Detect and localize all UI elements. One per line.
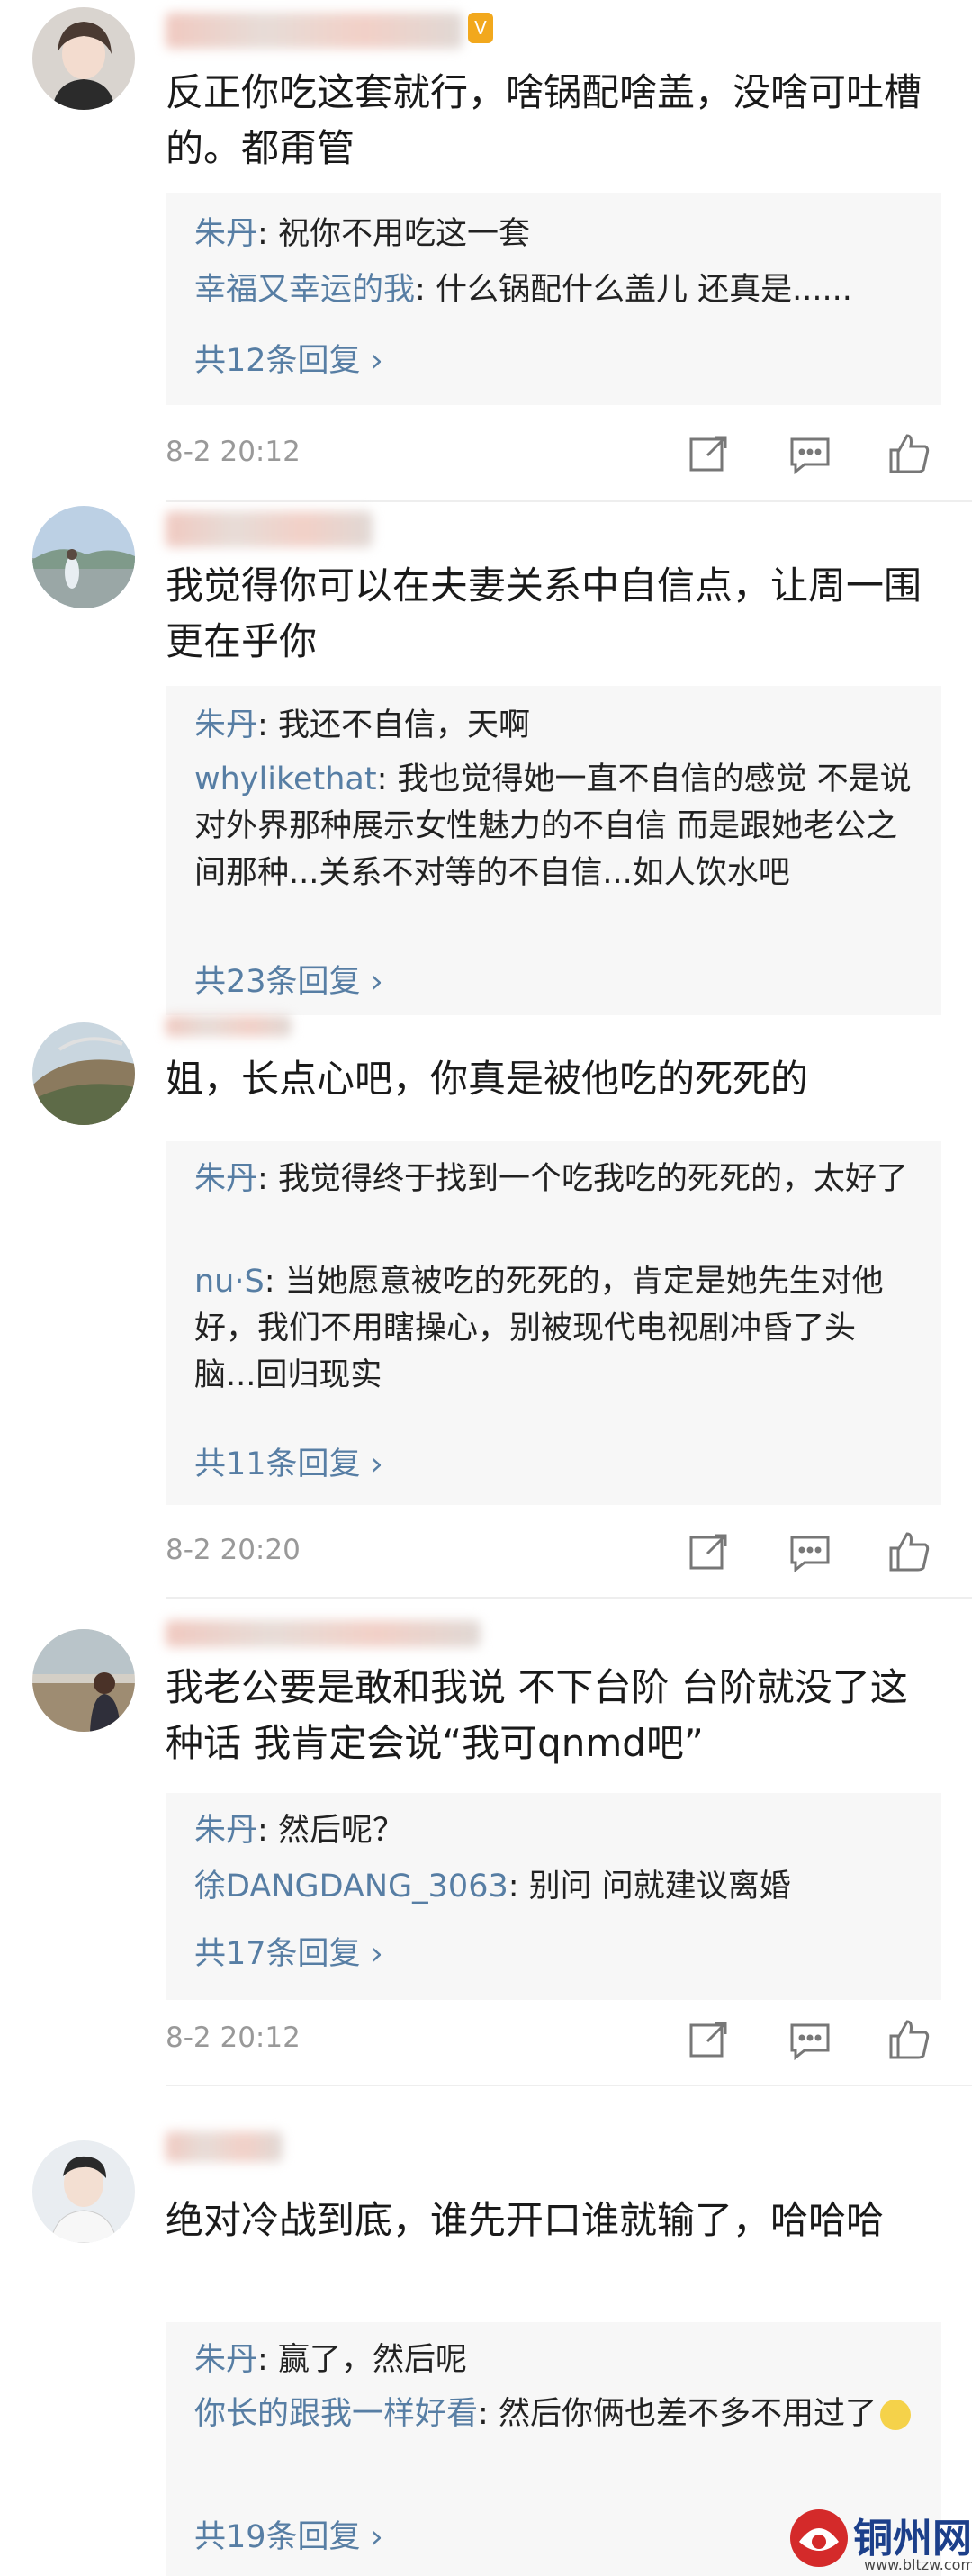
divider [166,500,972,502]
share-icon[interactable] [684,1527,734,1577]
chevron-right-icon: › [370,1446,383,1482]
chevron-right-icon: › [370,343,383,379]
reply-author[interactable]: nu·S [194,1264,265,1300]
reply-author[interactable]: 朱丹 [194,707,257,743]
comment-time: 8-2 20:20 [166,1534,301,1566]
comment-body: 姐，长点心吧，你真是被他吃的死死的 [166,1057,809,1101]
reply-item: 朱丹: 然后呢？ [194,1813,404,1849]
reply-box[interactable]: 朱丹: 我觉得终于找到一个吃我吃的死死的，太好了 nu·S: 当她愿意被吃的死死… [166,1141,941,1505]
more-replies-label: 共23条回复 [194,964,361,1000]
reply-text: 然后呢？ [277,1813,404,1849]
share-icon[interactable] [684,428,734,479]
watermark: 铜州网 www.bltzw.com [787,2502,972,2576]
avatar[interactable] [32,1629,135,1732]
username-blurred[interactable] [166,2131,283,2162]
reply-text: 别问 问就建议离婚 [528,1869,791,1905]
emoji-icon [879,2400,911,2430]
reply-item: 朱丹: 我觉得终于找到一个吃我吃的死死的，太好了 [194,1161,908,1197]
reply-item: nu·S: 当她愿意被吃的死死的，肯定是她先生对他好，我们不用瞎操心，别被现代电… [194,1264,884,1393]
reply-item: whylikethat: 我也觉得她一直不自信的感觉 不是说对外界那种展示女性魅… [194,761,912,891]
comment-actions [675,428,945,479]
more-replies-link[interactable]: 共12条回复 › [194,335,383,381]
comment-icon[interactable] [785,2014,835,2065]
more-replies-label: 共11条回复 [194,1446,361,1482]
reply-text: 然后你俩也差不多不用过了 [498,2396,877,2432]
more-replies-link[interactable]: 共17条回复 › [194,1928,383,1974]
more-replies-label: 共12条回复 [194,343,361,379]
vip-badge-icon: V [468,13,493,43]
like-icon[interactable] [884,2014,934,2065]
comment-time: 8-2 20:12 [166,2022,301,2054]
comment-body: 绝对冷战到底，谁先开口谁就输了，哈哈哈 [166,2198,885,2242]
username-blurred[interactable] [166,1620,481,1647]
watermark-logo-icon [790,2509,848,2567]
comment-actions [675,1527,945,1577]
reply-item: 幸福又幸运的我: 什么锅配什么盖儿 还真是...... [194,272,852,308]
reply-author[interactable]: 朱丹 [194,216,257,252]
share-icon[interactable] [684,2014,734,2065]
reply-item: 朱丹: 祝你不用吃这一套 [194,216,530,252]
comment-icon[interactable] [785,1527,835,1577]
reply-author[interactable]: 朱丹 [194,1813,257,1849]
reply-item: 你长的跟我一样好看: 然后你俩也差不多不用过了 [194,2391,914,2437]
reply-box[interactable]: 朱丹: 然后呢？ 徐DANGDANG_3063: 别问 问就建议离婚 共17条回… [166,1793,941,2000]
username-blurred[interactable] [166,13,463,49]
comment-icon[interactable] [785,428,835,479]
reply-box[interactable]: 朱丹: 我还不自信，天啊 whylikethat: 我也觉得她一直不自信的感觉 … [166,686,941,1015]
avatar[interactable] [32,506,135,608]
comment-body: 我觉得你可以在夫妻关系中自信点，让周一围更在乎你 [166,563,922,663]
reply-text: 我还不自信，天啊 [277,707,530,743]
chevron-right-icon: › [370,964,383,1000]
reply-author[interactable]: 徐DANGDANG_3063 [194,1869,508,1905]
watermark-url: www.bltzw.com [864,2556,972,2573]
comment-body: 反正你吃这套就行，啥锅配啥盖，没啥可吐槽的。都甭管 [166,70,922,170]
reply-author[interactable]: 朱丹 [194,1161,257,1197]
comment-body: 我老公要是敢和我说 不下台阶 台阶就没了这种话 我肯定会说“我可qnmd吧” [166,1665,908,1765]
like-icon[interactable] [884,428,934,479]
reply-author[interactable]: 朱丹 [194,2342,257,2378]
username-blurred[interactable] [166,511,373,547]
divider [166,1597,972,1599]
reply-text: 我觉得终于找到一个吃我吃的死死的，太好了 [277,1161,908,1197]
more-replies-link[interactable]: 共23条回复 › [194,956,383,1002]
reply-author[interactable]: whylikethat [194,761,377,797]
more-replies-link[interactable]: 共19条回复 › [194,2511,383,2557]
watermark-name: 铜州网 [853,2516,972,2562]
chevron-right-icon: › [370,1936,383,1972]
more-replies-label: 共19条回复 [194,2519,361,2555]
reply-box[interactable]: 朱丹: 祝你不用吃这一套 幸福又幸运的我: 什么锅配什么盖儿 还真是......… [166,193,941,405]
more-replies-label: 共17条回复 [194,1936,361,1972]
reply-text: 赢了，然后呢 [277,2342,467,2378]
reply-text: 祝你不用吃这一套 [277,216,530,252]
reply-text: 什么锅配什么盖儿 还真是...... [435,272,852,308]
reply-item: 徐DANGDANG_3063: 别问 问就建议离婚 [194,1869,791,1905]
like-icon[interactable] [884,1527,934,1577]
chevron-right-icon: › [370,2519,383,2555]
username-blurred[interactable] [166,1015,292,1037]
more-replies-link[interactable]: 共11条回复 › [194,1438,383,1484]
comment-actions [675,2014,945,2065]
reply-author[interactable]: 幸福又幸运的我 [194,272,415,308]
comment-time: 8-2 20:12 [166,436,301,468]
reply-item: 朱丹: 我还不自信，天啊 [194,707,530,743]
avatar[interactable] [32,1022,135,1125]
avatar[interactable] [32,2140,135,2243]
reply-item: 朱丹: 赢了，然后呢 [194,2342,467,2378]
reply-text: 当她愿意被吃的死死的，肯定是她先生对他好，我们不用瞎操心，别被现代电视剧冲昏了头… [194,1264,884,1393]
reply-author[interactable]: 你长的跟我一样好看 [194,2396,478,2432]
divider [166,2085,972,2086]
avatar[interactable] [32,7,135,110]
